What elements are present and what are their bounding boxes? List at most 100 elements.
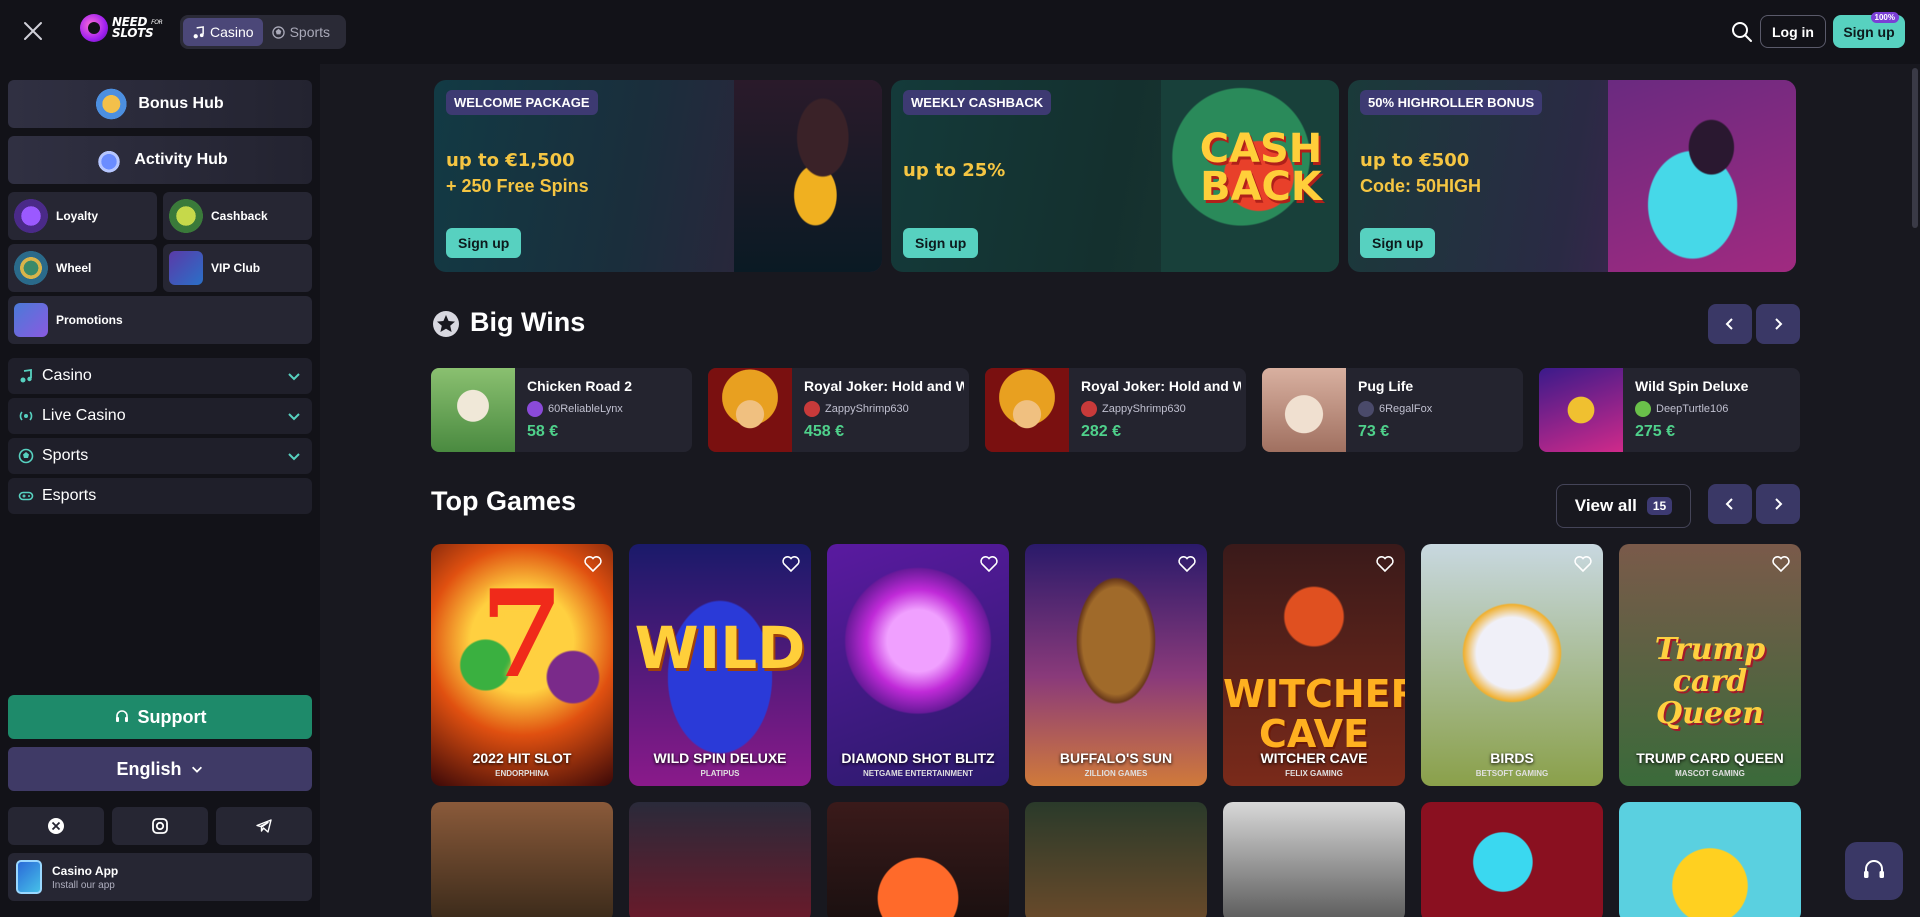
top-games-next-button[interactable]: [1756, 484, 1800, 524]
weekly-cashback-banner[interactable]: CASH BACK WEEKLY CASHBACK up to 25% Sign…: [891, 80, 1339, 272]
big-win-card[interactable]: Pug Life 6RegalFox 73 €: [1262, 368, 1523, 452]
favorite-heart-icon[interactable]: [1375, 554, 1395, 574]
favorite-heart-icon[interactable]: [1771, 554, 1791, 574]
cashback-tile[interactable]: Cashback: [163, 192, 312, 240]
game-thumbnail: [708, 368, 792, 452]
avatar: [1081, 401, 1097, 417]
game-card[interactable]: [431, 802, 613, 917]
search-icon[interactable]: [1730, 20, 1754, 44]
game-card[interactable]: WITCHER CAVE WITCHER CAVE FELIX GAMING: [1223, 544, 1405, 786]
game-art-text: 7: [480, 564, 564, 705]
avatar: [804, 401, 820, 417]
scrollbar[interactable]: [1912, 68, 1918, 228]
favorite-heart-icon[interactable]: [583, 554, 603, 574]
big-win-card[interactable]: Royal Joker: Hold and Win ZappyShrimp630…: [985, 368, 1246, 452]
favorite-heart-icon[interactable]: [979, 554, 999, 574]
top-games-prev-button[interactable]: [1708, 484, 1752, 524]
game-card[interactable]: BIRDS BETSOFT GAMING: [1421, 544, 1603, 786]
view-all-button[interactable]: View all 15: [1556, 484, 1691, 528]
sidebar: Bonus Hub Activity Hub Loyalty Cashback …: [0, 64, 320, 917]
banner-tag: WELCOME PACKAGE: [446, 90, 598, 115]
headset-icon: [1864, 860, 1884, 878]
chevron-down-icon: [288, 373, 300, 381]
close-icon[interactable]: [22, 20, 44, 42]
vip-club-tile[interactable]: VIP Club: [163, 244, 312, 292]
support-button[interactable]: Support: [8, 695, 312, 739]
signup-button[interactable]: Sign up 100%: [1833, 12, 1905, 48]
game-card[interactable]: Trump card Queen TRUMP CARD QUEEN MASCOT…: [1619, 544, 1801, 786]
signup-bonus-badge: 100%: [1870, 12, 1899, 23]
highroller-banner[interactable]: 50% HIGHROLLER BONUS up to €500 Code: 50…: [1348, 80, 1796, 272]
banner-illustration: [1608, 80, 1796, 272]
login-button[interactable]: Log in: [1760, 15, 1826, 48]
instagram-icon: [152, 818, 168, 834]
x-social-button[interactable]: [8, 807, 104, 845]
trophy-icon: [14, 199, 48, 233]
soccer-ball-icon: [18, 448, 34, 464]
loyalty-tile[interactable]: Loyalty: [8, 192, 157, 240]
banner-illustration: [734, 80, 882, 272]
banner-signup-button[interactable]: Sign up: [903, 228, 979, 258]
game-card[interactable]: WILD WILD SPIN DELUXE PLATIPUS: [629, 544, 811, 786]
telegram-button[interactable]: [216, 807, 312, 845]
game-art-text: WITCHER CAVE: [1223, 672, 1405, 756]
casino-app-promo[interactable]: Casino App Install our app: [8, 853, 312, 901]
big-wins-prev-button[interactable]: [1708, 304, 1752, 344]
casino-mode-tab[interactable]: Casino: [183, 18, 263, 46]
game-card[interactable]: 7 2022 HIT SLOT ENDORPHINA: [431, 544, 613, 786]
banner-subline: Code: 50HIGH: [1360, 176, 1482, 196]
chevron-down-icon: [191, 766, 202, 773]
x-logo-icon: [48, 818, 64, 834]
big-win-card[interactable]: Royal Joker: Hold and Win ZappyShrimp630…: [708, 368, 969, 452]
site-logo[interactable]: NEED FOR SLOTS: [80, 14, 163, 42]
game-thumbnail: [985, 368, 1069, 452]
nav-esports[interactable]: Esports: [8, 478, 312, 514]
instagram-button[interactable]: [112, 807, 208, 845]
games-count-badge: 15: [1646, 497, 1673, 515]
chevron-left-icon: [1725, 318, 1733, 330]
big-wins-next-button[interactable]: [1756, 304, 1800, 344]
headset-icon: [115, 710, 128, 722]
chevron-right-icon: [1775, 498, 1783, 510]
gauge-icon: [96, 87, 131, 121]
game-thumbnail: [1262, 368, 1346, 452]
vip-icon: [169, 251, 203, 285]
game-card[interactable]: BUFFALO'S SUN ZILLION GAMES: [1025, 544, 1207, 786]
avatar: [1358, 401, 1374, 417]
avatar: [1635, 401, 1651, 417]
favorite-heart-icon[interactable]: [1177, 554, 1197, 574]
banner-signup-button[interactable]: Sign up: [1360, 228, 1436, 258]
chevron-left-icon: [1725, 498, 1733, 510]
nav-live-casino[interactable]: Live Casino: [8, 398, 312, 434]
big-wins-title: Big Wins: [470, 307, 586, 337]
nav-sports[interactable]: Sports: [8, 438, 312, 474]
wheel-icon: [14, 251, 48, 285]
big-win-card[interactable]: Chicken Road 2 60ReliableLynx 58 €: [431, 368, 692, 452]
game-card[interactable]: [1025, 802, 1207, 917]
sports-mode-tab[interactable]: Sports: [263, 18, 339, 46]
telegram-icon: [256, 819, 272, 833]
nav-casino[interactable]: Casino: [8, 358, 312, 394]
welcome-package-banner[interactable]: WELCOME PACKAGE up to €1,500 + 250 Free …: [434, 80, 882, 272]
game-card[interactable]: DIAMOND SHOT BLITZ NETGAME ENTERTAINMENT: [827, 544, 1009, 786]
favorite-heart-icon[interactable]: [1573, 554, 1593, 574]
language-selector[interactable]: English: [8, 747, 312, 791]
wheel-tile[interactable]: Wheel: [8, 244, 157, 292]
chevron-down-icon: [288, 413, 300, 421]
promotions-tile[interactable]: Promotions: [8, 296, 312, 344]
favorite-heart-icon[interactable]: [781, 554, 801, 574]
big-win-card[interactable]: Wild Spin Deluxe DeepTurtle106 275 €: [1539, 368, 1800, 452]
game-card[interactable]: [827, 802, 1009, 917]
game-card[interactable]: [1223, 802, 1405, 917]
star-badge-icon: [433, 311, 459, 337]
ticket-icon: [14, 303, 48, 337]
game-art-text: WILD: [634, 614, 806, 682]
chevron-right-icon: [1775, 318, 1783, 330]
chat-support-fab[interactable]: [1845, 842, 1903, 900]
bonus-hub-button[interactable]: Bonus Hub: [8, 80, 312, 128]
activity-hub-button[interactable]: Activity Hub: [8, 136, 312, 184]
banner-signup-button[interactable]: Sign up: [446, 228, 522, 258]
game-card[interactable]: [629, 802, 811, 917]
game-card[interactable]: [1421, 802, 1603, 917]
game-card[interactable]: [1619, 802, 1801, 917]
